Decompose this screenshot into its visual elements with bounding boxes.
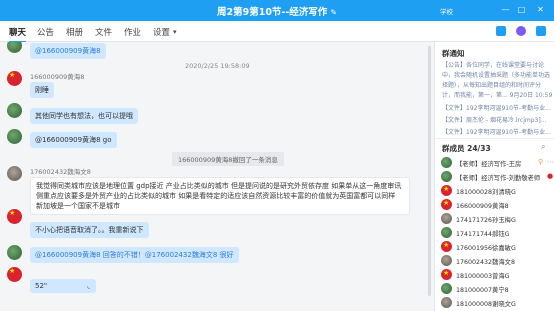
avatar (441, 171, 452, 182)
timestamp: 2020/2/25 19:58:09 (185, 62, 250, 70)
avatar (441, 241, 452, 252)
member-name: 176001956徐嘉敏G (456, 245, 516, 252)
notice-line[interactable]: 计，而我能，第一，第... 9月20日 10:59 (442, 90, 552, 99)
member-item[interactable]: 181000003曾海G (441, 269, 553, 281)
close-icon[interactable]: ✕ (535, 4, 546, 15)
avatar[interactable] (7, 103, 22, 118)
member-name: 【老师】经济写作-刘勤敬老师 (456, 175, 541, 182)
avatar (441, 199, 452, 210)
member-item[interactable]: 181000007黄宁8 (441, 283, 553, 295)
notice-line[interactable]: 【文件】周杰伦 - 烟花易冷.lrcjmp3]... (442, 115, 552, 124)
notice-title: 群通知 (442, 49, 465, 58)
more-icon[interactable]: ⋯ (547, 158, 554, 166)
title-bar: 周2第9第10节--经济写作 ✎ 学校 — □ ✕ (0, 0, 554, 21)
message-bubble: 我觉得同类城市应该是地理位置 gdp接近 产业占比类似的城市 但是提问说的是研究… (30, 177, 410, 215)
divider (435, 138, 554, 139)
tab-settings[interactable]: 设置 (153, 26, 170, 38)
sender-name: 176002432魏海文8 (30, 168, 91, 176)
avatar (441, 283, 452, 294)
notice-line[interactable]: 【文件】192李明河温910节-考勤与业... (442, 127, 552, 136)
avatar (441, 213, 452, 224)
message-bubble: 刚睡 (30, 82, 54, 98)
avatar (441, 255, 452, 266)
member-name: 181000008谢晓文G (456, 301, 516, 308)
member-item[interactable]: 174171726孙玉梅G (441, 213, 553, 225)
member-name: 176002432魏海文8 (456, 259, 515, 266)
tab-homework[interactable]: 作业 (124, 26, 141, 38)
chat-area[interactable]: @166000909黄海8 2020/2/25 19:58:09 1660009… (0, 42, 434, 311)
member-name: 166000909黄海8 (456, 203, 509, 210)
admin-badge-icon: ⚲ (538, 158, 544, 166)
side-panel: 群通知 【公告】各位同学，在线课堂要与讨论 中，我会随机设置抽采题（多功能单功选… (434, 42, 554, 311)
avatar[interactable] (7, 245, 22, 260)
settings-dropdown-icon[interactable]: ▾ (173, 28, 177, 36)
member-name: 【老师】经济写作-王房 (456, 161, 522, 168)
nav-bar: 聊天 公告 相册 文件 作业 设置 ▾ (0, 21, 554, 43)
member-item[interactable]: 181000008谢晓文G (441, 297, 553, 309)
member-item[interactable]: 【老师】经济写作-刘勤敬老师 ● (441, 171, 553, 183)
member-item[interactable]: 174171744郝钰G (441, 227, 553, 239)
member-name: 181000007黄宁8 (456, 287, 509, 294)
member-item[interactable]: 176001956徐嘉敏G (441, 241, 553, 253)
avatar (441, 185, 452, 196)
avatar[interactable] (7, 166, 22, 181)
group-name: 周2第9第10节--经济写作 (216, 7, 328, 18)
host-icon: ● (547, 172, 554, 180)
avatar[interactable] (7, 209, 22, 224)
avatar[interactable] (7, 267, 22, 282)
member-name: 174171726孙玉梅G (456, 217, 516, 224)
minimize-icon[interactable]: — (500, 4, 511, 15)
video-call-icon[interactable] (496, 26, 506, 36)
tab-files[interactable]: 文件 (95, 26, 112, 38)
notice-line[interactable]: 【公告】各位同学，在线课堂要与讨论 (442, 60, 552, 69)
member-item[interactable]: 176002432魏海文8 (441, 255, 553, 267)
edit-icon[interactable]: ✎ (330, 8, 337, 17)
members-title: 群成员 24/33 (442, 144, 491, 153)
member-name: 174171744郝钰G (456, 231, 510, 238)
maximize-icon[interactable]: □ (516, 4, 527, 15)
avatar (441, 297, 452, 308)
tab-chat[interactable]: 聊天 (9, 26, 27, 43)
notice-line[interactable]: 择题），从每知出题目组的和时间评分 (442, 80, 552, 89)
message-bubble: @166000909黄海8 (30, 43, 106, 59)
avatar (441, 227, 452, 238)
window-title: 周2第9第10节--经济写作 ✎ (0, 4, 554, 18)
notice-line[interactable]: 中，我会随机设置抽采题（多功能单功选 (442, 70, 552, 79)
notice-line[interactable]: 【文件】192李明河温910节-考勤与业... (442, 103, 552, 112)
add-app-icon[interactable] (536, 26, 546, 36)
member-name: 181000028刘清晓G (456, 189, 516, 196)
voice-duration: 52" (35, 282, 48, 290)
voice-message[interactable]: 52" ◟ (30, 279, 96, 293)
message-bubble: @166000909黄海8 回答的不错！@176002432魏海文8 很好 (30, 247, 239, 263)
sender-name: 166000909黄海8 (30, 73, 85, 81)
tab-album[interactable]: 相册 (66, 26, 83, 38)
member-name: 181000003曾海G (456, 273, 510, 280)
avatar (441, 157, 452, 168)
search-icon[interactable]: ⌕ (541, 142, 545, 152)
avatar[interactable] (7, 129, 22, 144)
message-bubble: 其他同学也有想法，也可以提哦 (30, 108, 138, 124)
user-label[interactable]: 学校 (440, 6, 453, 16)
voice-wave-icon: ◟ (87, 282, 90, 290)
avatar (441, 269, 452, 280)
chat-scrollbar[interactable] (428, 46, 431, 296)
live-class-icon[interactable] (516, 26, 526, 36)
avatar[interactable] (7, 42, 22, 53)
member-item[interactable]: 【老师】经济写作-王房 ⚲ ⋯ (441, 157, 554, 169)
avatar[interactable] (7, 71, 22, 86)
tab-announcement[interactable]: 公告 (37, 26, 54, 38)
member-item[interactable]: 181000028刘清晓G (441, 185, 553, 197)
message-bubble: @166000909黄海8 go (30, 132, 117, 148)
message-bubble: 不小心把语音取消了。。我重新说下 (30, 222, 149, 238)
system-notice: 166000909黄海8撤回了一条消息 (172, 152, 284, 166)
member-item[interactable]: 166000909黄海8 (441, 199, 553, 211)
